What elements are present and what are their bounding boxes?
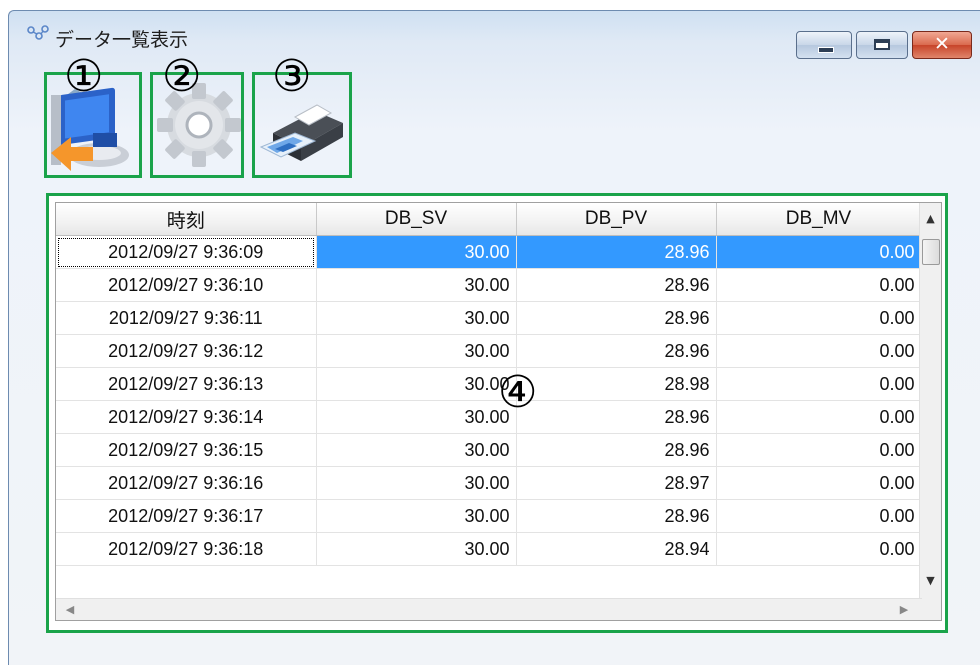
scroll-thumb[interactable] — [922, 239, 940, 265]
annotation-3: ③ — [272, 51, 312, 102]
data-grid-frame: 時刻 DB_SV DB_PV DB_MV 2012/09/27 9:36:09 3… — [46, 193, 948, 633]
annotation-1: ① — [64, 51, 104, 102]
cell-db-sv[interactable]: 30.00 — [316, 433, 517, 467]
cell-db-sv[interactable]: 30.00 — [316, 334, 517, 368]
cell-time[interactable]: 2012/09/27 9:36:13 — [56, 367, 317, 401]
cell-db-mv[interactable]: 0.00 — [716, 400, 922, 434]
table-row[interactable]: 2012/09/27 9:36:13 30.00 28.98 0.00 — [56, 367, 922, 401]
annotation-4: ④ — [498, 367, 538, 418]
table-row[interactable]: 2012/09/27 9:36:11 30.00 28.96 0.00 — [56, 301, 922, 335]
cell-db-sv[interactable]: 30.00 — [316, 499, 517, 533]
cell-time[interactable]: 2012/09/27 9:36:18 — [56, 532, 317, 566]
horizontal-scrollbar[interactable]: ◀ ▶ — [56, 598, 922, 620]
minimize-icon — [818, 47, 834, 53]
cell-db-pv[interactable]: 28.96 — [516, 334, 717, 368]
table-row[interactable]: 2012/09/27 9:36:15 30.00 28.96 0.00 — [56, 433, 922, 467]
table-row[interactable]: 2012/09/27 9:36:16 30.00 28.97 0.00 — [56, 466, 922, 500]
table-row[interactable]: 2012/09/27 9:36:14 30.00 28.96 0.00 — [56, 400, 922, 434]
column-header-db-pv[interactable]: DB_PV — [516, 203, 717, 236]
cell-db-pv[interactable]: 28.96 — [516, 235, 717, 269]
maximize-button[interactable] — [856, 31, 908, 59]
table-row[interactable]: 2012/09/27 9:36:09 30.00 28.96 0.00 — [56, 235, 922, 269]
close-icon: ✕ — [934, 33, 950, 55]
cell-db-mv[interactable]: 0.00 — [716, 367, 922, 401]
cell-db-mv[interactable]: 0.00 — [716, 433, 922, 467]
cell-time[interactable]: 2012/09/27 9:36:15 — [56, 433, 317, 467]
close-button[interactable]: ✕ — [912, 31, 972, 59]
cell-time[interactable]: 2012/09/27 9:36:11 — [56, 301, 317, 335]
cell-db-pv[interactable]: 28.96 — [516, 400, 717, 434]
minimize-button[interactable] — [796, 31, 852, 59]
annotation-2: ② — [162, 51, 202, 102]
vertical-scrollbar[interactable]: ▲ ▼ — [919, 203, 941, 601]
cell-db-pv[interactable]: 28.97 — [516, 466, 717, 500]
cell-time[interactable]: 2012/09/27 9:36:14 — [56, 400, 317, 434]
data-table: 時刻 DB_SV DB_PV DB_MV 2012/09/27 9:36:09 3… — [56, 203, 922, 566]
cell-db-sv[interactable]: 30.00 — [316, 268, 517, 302]
cell-db-mv[interactable]: 0.00 — [716, 301, 922, 335]
cell-db-pv[interactable]: 28.96 — [516, 268, 717, 302]
column-header-time[interactable]: 時刻 — [56, 203, 317, 236]
maximize-icon — [874, 39, 890, 50]
cell-db-mv[interactable]: 0.00 — [716, 334, 922, 368]
table-row[interactable]: 2012/09/27 9:36:17 30.00 28.96 0.00 — [56, 499, 922, 533]
cell-time[interactable]: 2012/09/27 9:36:12 — [56, 334, 317, 368]
title-bar[interactable]: データ一覧表示 ✕ — [9, 11, 980, 59]
cell-db-sv[interactable]: 30.00 — [316, 367, 517, 401]
cell-time[interactable]: 2012/09/27 9:36:16 — [56, 466, 317, 500]
cell-db-mv[interactable]: 0.00 — [716, 532, 922, 566]
cell-time[interactable]: 2012/09/27 9:36:10 — [56, 268, 317, 302]
scrollbar-corner — [920, 599, 941, 620]
window-title: データ一覧表示 — [55, 29, 189, 51]
table-row[interactable]: 2012/09/27 9:36:10 30.00 28.96 0.00 — [56, 268, 922, 302]
cell-db-sv[interactable]: 30.00 — [316, 532, 517, 566]
cell-db-sv[interactable]: 30.00 — [316, 235, 517, 269]
cell-db-pv[interactable]: 28.96 — [516, 433, 717, 467]
cell-db-mv[interactable]: 0.00 — [716, 235, 922, 269]
cell-db-pv[interactable]: 28.96 — [516, 301, 717, 335]
scroll-right-icon[interactable]: ▶ — [894, 599, 914, 620]
column-header-db-sv[interactable]: DB_SV — [316, 203, 517, 236]
cell-db-mv[interactable]: 0.00 — [716, 499, 922, 533]
cell-db-sv[interactable]: 30.00 — [316, 400, 517, 434]
cell-db-pv[interactable]: 28.94 — [516, 532, 717, 566]
cell-db-pv[interactable]: 28.98 — [516, 367, 717, 401]
table-row[interactable]: 2012/09/27 9:36:18 30.00 28.94 0.00 — [56, 532, 922, 566]
cell-db-sv[interactable]: 30.00 — [316, 466, 517, 500]
cell-time[interactable]: 2012/09/27 9:36:09 — [56, 235, 317, 269]
cell-time[interactable]: 2012/09/27 9:36:17 — [56, 499, 317, 533]
scroll-up-icon[interactable]: ▲ — [920, 209, 941, 229]
table-header-row: 時刻 DB_SV DB_PV DB_MV — [56, 203, 922, 236]
table-row[interactable]: 2012/09/27 9:36:12 30.00 28.96 0.00 — [56, 334, 922, 368]
scroll-down-icon[interactable]: ▼ — [920, 571, 941, 591]
cell-db-mv[interactable]: 0.00 — [716, 466, 922, 500]
app-network-icon — [27, 25, 49, 40]
scroll-left-icon[interactable]: ◀ — [60, 599, 80, 620]
column-header-db-mv[interactable]: DB_MV — [716, 203, 922, 236]
cell-db-mv[interactable]: 0.00 — [716, 268, 922, 302]
cell-db-sv[interactable]: 30.00 — [316, 301, 517, 335]
cell-db-pv[interactable]: 28.96 — [516, 499, 717, 533]
